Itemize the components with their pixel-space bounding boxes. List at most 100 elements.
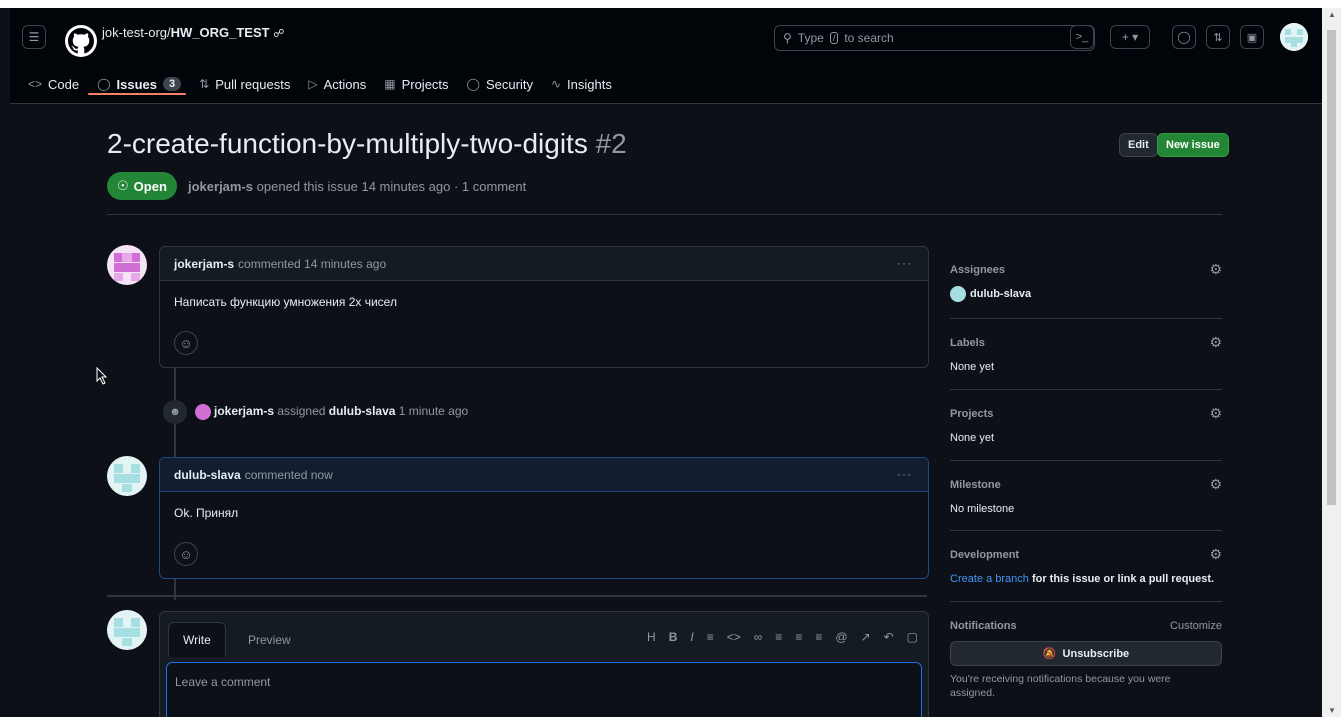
gear-icon[interactable]: ⚙ <box>1209 261 1222 278</box>
avatar[interactable] <box>107 245 147 285</box>
event-actor-link[interactable]: jokerjam-s <box>214 404 274 418</box>
reference-icon[interactable]: ↗ <box>861 630 871 644</box>
avatar[interactable] <box>107 456 147 496</box>
scroll-down-icon[interactable]: ▼ <box>1328 706 1336 715</box>
scroll-up-icon[interactable]: ▲ <box>1328 10 1336 19</box>
tab-insights[interactable]: ∿ Insights <box>551 77 612 92</box>
graph-icon: ∿ <box>550 77 562 91</box>
event-target-link[interactable]: dulub-slava <box>329 404 396 418</box>
sidebar-divider <box>950 601 1222 602</box>
play-icon: ▷ <box>308 77 318 91</box>
status-badge: ☉ Open <box>107 172 177 200</box>
unsubscribe-button[interactable]: 🔕 Unsubscribe <box>950 641 1222 666</box>
assignees-heading: Assignees <box>950 264 1006 276</box>
tab-pull-requests-label: Pull requests <box>215 76 291 92</box>
user-avatar[interactable] <box>1280 23 1308 51</box>
heading-icon[interactable]: H <box>647 630 656 644</box>
italic-icon[interactable]: I <box>690 630 693 644</box>
command-palette-button[interactable]: >_ <box>1070 25 1094 49</box>
slash-command-icon[interactable]: ▢ <box>907 630 918 644</box>
development-value: Create a branch for this issue or link a… <box>950 573 1222 585</box>
comment-textarea[interactable] <box>166 662 922 717</box>
sidebar-labels: Labels ⚙ None yet <box>950 334 1222 373</box>
issues-button[interactable]: ◯ <box>1172 25 1196 49</box>
create-branch-link[interactable]: Create a branch <box>950 573 1029 585</box>
tab-projects-label: Projects <box>401 76 449 92</box>
issue-opened-icon: ☉ <box>117 178 129 193</box>
tab-actions[interactable]: ▷ Actions <box>308 77 366 92</box>
github-logo[interactable] <box>65 25 97 57</box>
inbox-button[interactable]: ▣ <box>1240 25 1264 49</box>
bell-slash-icon: 🔕 <box>1042 648 1057 660</box>
page-scrollbar[interactable]: ▲ ▼ <box>1322 8 1341 717</box>
issue-meta-text: opened this issue 14 minutes ago · 1 com… <box>256 179 527 194</box>
tab-issues-label: Issues <box>116 76 158 92</box>
gear-icon[interactable]: ⚙ <box>1209 546 1222 563</box>
comment-author-link[interactable]: jokerjam-s <box>174 257 234 271</box>
comment-author-link[interactable]: dulub-slava <box>174 468 241 482</box>
repo-name-link[interactable]: HW_ORG_TEST <box>171 25 270 40</box>
create-new-button[interactable]: + ▾ <box>1110 25 1150 49</box>
pull-requests-button[interactable]: ⇅ <box>1206 25 1230 49</box>
add-reaction-button[interactable]: ☺ <box>174 331 198 355</box>
tab-preview[interactable]: Preview <box>234 622 305 657</box>
identicon-icon <box>1280 23 1308 51</box>
task-list-icon[interactable]: ≡ <box>815 630 822 644</box>
projects-heading: Projects <box>950 408 994 420</box>
projects-value: None yet <box>950 432 995 444</box>
edit-button[interactable]: Edit <box>1119 133 1158 157</box>
lock-icon: ☍ <box>273 28 285 40</box>
search-input[interactable]: ⚲ Type / to search <box>774 25 1095 51</box>
identicon-icon <box>107 456 147 496</box>
comment-timestamp[interactable]: commented now <box>245 468 333 482</box>
gear-icon[interactable]: ⚙ <box>1209 476 1222 493</box>
tab-write[interactable]: Write <box>168 622 226 657</box>
sidebar-divider <box>950 460 1222 461</box>
bold-icon[interactable]: B <box>669 630 678 644</box>
issue-author-link[interactable]: jokerjam-s <box>188 179 253 194</box>
smiley-icon: ☺ <box>179 335 193 351</box>
tab-projects[interactable]: ▦ Projects <box>384 77 448 92</box>
smiley-icon: ☺ <box>179 546 193 562</box>
tab-security[interactable]: ◯ Security <box>467 77 533 92</box>
comment-timestamp[interactable]: commented 14 minutes ago <box>238 257 386 271</box>
issue-title: 2-create-function-by-multiply-two-digits… <box>107 128 627 160</box>
scroll-thumb[interactable] <box>1327 30 1336 505</box>
gear-icon[interactable]: ⚙ <box>1209 405 1222 422</box>
tab-issues[interactable]: ◯ Issues 3 <box>97 76 182 92</box>
active-tab-indicator <box>88 93 186 95</box>
quote-icon[interactable]: ≡ <box>707 630 714 644</box>
mention-icon[interactable]: @ <box>835 630 847 644</box>
repo-owner-link[interactable]: jok-test-org/ <box>102 25 171 40</box>
avatar[interactable] <box>195 404 211 420</box>
ordered-list-icon[interactable]: ≡ <box>795 630 802 644</box>
tab-code[interactable]: <> Code <box>28 77 79 92</box>
unordered-list-icon[interactable]: ≡ <box>775 630 782 644</box>
tab-pull-requests[interactable]: ⇅ Pull requests <box>199 77 290 92</box>
sidebar-projects: Projects ⚙ None yet <box>950 405 1222 444</box>
markdown-toolbar: H B I ≡ <> ∞ ≡ ≡ ≡ @ ↗ ↶ ▢ <box>647 630 918 644</box>
search-placeholder-suffix: to search <box>844 31 894 45</box>
code-icon[interactable]: <> <box>727 630 741 644</box>
link-icon[interactable]: ∞ <box>754 630 763 644</box>
search-placeholder: Type <box>797 31 824 45</box>
search-shortcut-key: / <box>829 32 839 44</box>
kebab-horizontal-icon[interactable]: ··· <box>897 256 912 270</box>
header-divider <box>107 214 1222 215</box>
event-time[interactable]: 1 minute ago <box>399 404 468 418</box>
milestone-heading: Milestone <box>950 479 1001 491</box>
gear-icon[interactable]: ⚙ <box>1209 334 1222 351</box>
comment-body: Написать функцию умножения 2х чисел <box>174 295 397 309</box>
status-label: Open <box>133 178 167 194</box>
shield-icon: ◯ <box>466 77 480 91</box>
customize-link[interactable]: Customize <box>1170 620 1222 632</box>
avatar[interactable] <box>107 610 147 650</box>
kebab-horizontal-icon[interactable]: ··· <box>897 467 912 481</box>
new-issue-button[interactable]: New issue <box>1157 133 1229 157</box>
repo-breadcrumb: jok-test-org/HW_ORG_TEST ☍ <box>102 25 284 40</box>
assignee-item[interactable]: dulub-slava <box>950 286 1222 302</box>
undo-icon[interactable]: ↶ <box>884 630 894 644</box>
add-reaction-button[interactable]: ☺ <box>174 542 198 566</box>
menu-button[interactable]: ☰ <box>22 25 46 49</box>
sidebar-development: Development ⚙ Create a branch for this i… <box>950 546 1222 585</box>
